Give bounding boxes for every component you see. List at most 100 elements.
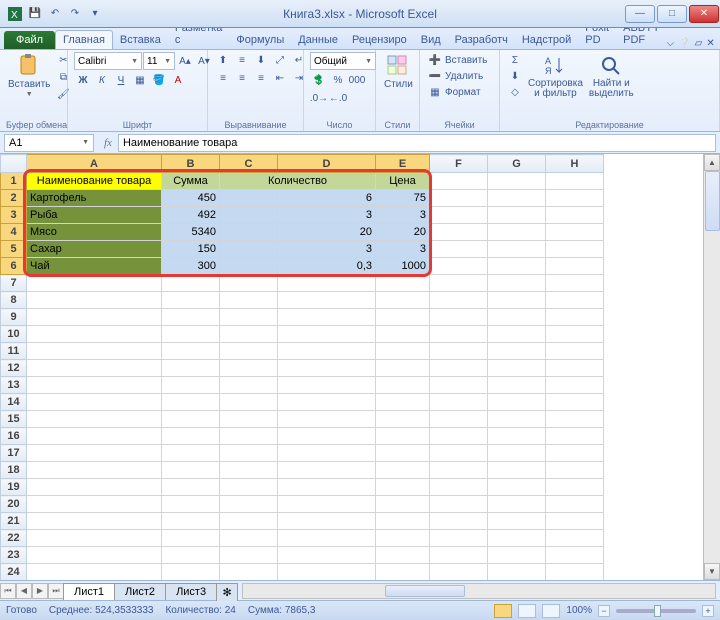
- tab-developer[interactable]: Разработч: [448, 31, 515, 49]
- cell-F19[interactable]: [430, 479, 488, 496]
- cell-C22[interactable]: [220, 530, 278, 547]
- view-normal-icon[interactable]: [494, 604, 512, 618]
- cell-D19[interactable]: [278, 479, 376, 496]
- hscroll-thumb[interactable]: [385, 585, 465, 597]
- cell-C18[interactable]: [220, 462, 278, 479]
- cell-B10[interactable]: [162, 326, 220, 343]
- cell-B24[interactable]: [162, 564, 220, 581]
- cell-E23[interactable]: [376, 547, 430, 564]
- cell-D16[interactable]: [278, 428, 376, 445]
- cell-H8[interactable]: [546, 292, 604, 309]
- cell-D8[interactable]: [278, 292, 376, 309]
- row-header-20[interactable]: 20: [1, 496, 27, 513]
- cell-F17[interactable]: [430, 445, 488, 462]
- decrease-decimal-icon[interactable]: ←.0: [329, 90, 347, 106]
- cell-G15[interactable]: [488, 411, 546, 428]
- cell-A14[interactable]: [27, 394, 162, 411]
- cell-B22[interactable]: [162, 530, 220, 547]
- redo-icon[interactable]: ↷: [66, 5, 84, 23]
- cell-B16[interactable]: [162, 428, 220, 445]
- fill-icon[interactable]: ⬇: [506, 68, 524, 84]
- cell-E8[interactable]: [376, 292, 430, 309]
- col-header-B[interactable]: B: [162, 155, 220, 173]
- bold-button[interactable]: Ж: [74, 72, 92, 88]
- cell-E1[interactable]: Цена: [376, 173, 430, 190]
- sort-filter-button[interactable]: АЯ Сортировка и фильтр: [526, 52, 585, 101]
- cell-G11[interactable]: [488, 343, 546, 360]
- row-header-4[interactable]: 4: [1, 224, 27, 241]
- formula-input[interactable]: Наименование товара: [118, 134, 716, 152]
- cell-D10[interactable]: [278, 326, 376, 343]
- row-header-11[interactable]: 11: [1, 343, 27, 360]
- cell-F24[interactable]: [430, 564, 488, 581]
- col-header-E[interactable]: E: [376, 155, 430, 173]
- clear-icon[interactable]: ◇: [506, 84, 524, 100]
- tab-prev-icon[interactable]: ◀: [16, 583, 32, 599]
- cell-C24[interactable]: [220, 564, 278, 581]
- fx-icon[interactable]: fx: [104, 137, 112, 149]
- cell-C2[interactable]: [220, 190, 278, 207]
- view-page-layout-icon[interactable]: [518, 604, 536, 618]
- row-header-22[interactable]: 22: [1, 530, 27, 547]
- tab-last-icon[interactable]: ⏭: [48, 583, 64, 599]
- cell-C8[interactable]: [220, 292, 278, 309]
- align-middle-icon[interactable]: ≡: [233, 52, 251, 68]
- qat-dropdown-icon[interactable]: ▾: [86, 5, 104, 23]
- cell-H16[interactable]: [546, 428, 604, 445]
- cell-G13[interactable]: [488, 377, 546, 394]
- col-header-A[interactable]: A: [27, 155, 162, 173]
- cell-B1[interactable]: Сумма: [162, 173, 220, 190]
- cell-F5[interactable]: [430, 241, 488, 258]
- tab-data[interactable]: Данные: [291, 31, 345, 49]
- cell-C13[interactable]: [220, 377, 278, 394]
- cell-E20[interactable]: [376, 496, 430, 513]
- number-format-combo[interactable]: Общий▼: [310, 52, 376, 70]
- tab-formulas[interactable]: Формулы: [229, 31, 291, 49]
- ribbon-restore-icon[interactable]: ▱: [695, 38, 703, 49]
- sheet-tab-3[interactable]: Лист3: [165, 583, 217, 600]
- cell-G7[interactable]: [488, 275, 546, 292]
- cell-A10[interactable]: [27, 326, 162, 343]
- cell-D6[interactable]: 0,3: [278, 258, 376, 275]
- cell-F11[interactable]: [430, 343, 488, 360]
- cell-B23[interactable]: [162, 547, 220, 564]
- cell-E10[interactable]: [376, 326, 430, 343]
- row-header-15[interactable]: 15: [1, 411, 27, 428]
- cell-G1[interactable]: [488, 173, 546, 190]
- cell-C7[interactable]: [220, 275, 278, 292]
- cell-A8[interactable]: [27, 292, 162, 309]
- col-header-H[interactable]: H: [546, 155, 604, 173]
- row-header-16[interactable]: 16: [1, 428, 27, 445]
- cell-E4[interactable]: 20: [376, 224, 430, 241]
- cell-E14[interactable]: [376, 394, 430, 411]
- cell-B18[interactable]: [162, 462, 220, 479]
- cell-C21[interactable]: [220, 513, 278, 530]
- cell-G10[interactable]: [488, 326, 546, 343]
- cell-F16[interactable]: [430, 428, 488, 445]
- cell-F6[interactable]: [430, 258, 488, 275]
- cell-G17[interactable]: [488, 445, 546, 462]
- cell-G3[interactable]: [488, 207, 546, 224]
- row-header-19[interactable]: 19: [1, 479, 27, 496]
- cell-G8[interactable]: [488, 292, 546, 309]
- cell-A2[interactable]: Картофель: [27, 190, 162, 207]
- currency-icon[interactable]: 💲: [310, 72, 328, 88]
- insert-cells-icon[interactable]: ➕: [426, 52, 444, 68]
- cell-B13[interactable]: [162, 377, 220, 394]
- cell-F3[interactable]: [430, 207, 488, 224]
- row-header-18[interactable]: 18: [1, 462, 27, 479]
- tab-view[interactable]: Вид: [414, 31, 448, 49]
- cell-B7[interactable]: [162, 275, 220, 292]
- cell-D2[interactable]: 6: [278, 190, 376, 207]
- cell-A22[interactable]: [27, 530, 162, 547]
- comma-icon[interactable]: 000: [348, 72, 366, 88]
- cell-C19[interactable]: [220, 479, 278, 496]
- cell-H11[interactable]: [546, 343, 604, 360]
- zoom-thumb[interactable]: [654, 605, 661, 617]
- cell-A3[interactable]: Рыба: [27, 207, 162, 224]
- cell-F13[interactable]: [430, 377, 488, 394]
- cell-C10[interactable]: [220, 326, 278, 343]
- cell-G21[interactable]: [488, 513, 546, 530]
- cell-A24[interactable]: [27, 564, 162, 581]
- cell-F12[interactable]: [430, 360, 488, 377]
